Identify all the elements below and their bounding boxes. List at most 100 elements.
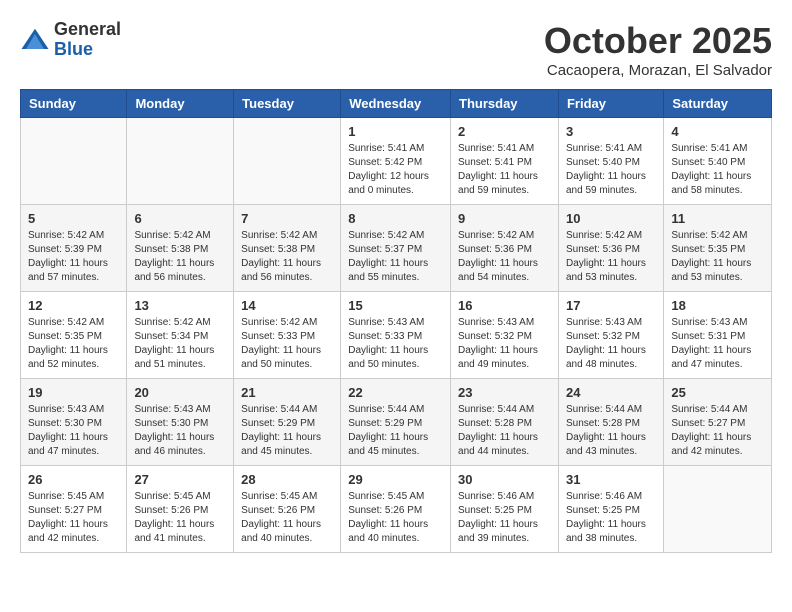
- day-cell: 27Sunrise: 5:45 AM Sunset: 5:26 PM Dayli…: [127, 466, 234, 553]
- day-info: Sunrise: 5:42 AM Sunset: 5:39 PM Dayligh…: [28, 229, 119, 285]
- day-number: 5: [28, 211, 119, 226]
- day-cell: [234, 118, 341, 205]
- day-number: 15: [348, 298, 443, 313]
- logo-blue: Blue: [54, 40, 121, 60]
- day-cell: 1 Sunrise: 5:41 AM Sunset: 5:42 PM Daylig…: [341, 118, 451, 205]
- day-cell: 15 Sunrise: 5:43 AM Sunset: 5:33 PM Dayli…: [341, 292, 451, 379]
- day-number: 4: [671, 124, 764, 139]
- day-cell: 30Sunrise: 5:46 AM Sunset: 5:25 PM Dayli…: [451, 466, 559, 553]
- day-cell: 6Sunrise: 5:42 AM Sunset: 5:38 PM Daylig…: [127, 205, 234, 292]
- weekday-header-sunday: Sunday: [21, 90, 127, 118]
- day-number: 16: [458, 298, 551, 313]
- day-cell: 2 Sunrise: 5:41 AM Sunset: 5:41 PM Daylig…: [451, 118, 559, 205]
- day-number: 21: [241, 385, 333, 400]
- day-cell: 10Sunrise: 5:42 AM Sunset: 5:36 PM Dayli…: [558, 205, 663, 292]
- day-info: Sunrise: 5:44 AM Sunset: 5:28 PM Dayligh…: [566, 403, 656, 459]
- logo: General Blue: [20, 20, 121, 60]
- calendar: SundayMondayTuesdayWednesdayThursdayFrid…: [20, 89, 772, 553]
- day-info: Sunrise: 5:43 AM Sunset: 5:31 PM Dayligh…: [671, 316, 764, 372]
- day-info: Sunrise: 5:42 AM Sunset: 5:33 PM Dayligh…: [241, 316, 333, 372]
- day-cell: 13 Sunrise: 5:42 AM Sunset: 5:34 PM Dayli…: [127, 292, 234, 379]
- day-number: 24: [566, 385, 656, 400]
- day-cell: 26 Sunrise: 5:45 AM Sunset: 5:27 PM Dayli…: [21, 466, 127, 553]
- day-number: 3: [566, 124, 656, 139]
- logo-icon: [20, 25, 50, 55]
- day-number: 17: [566, 298, 656, 313]
- week-row-4: 19 Sunrise: 5:43 AM Sunset: 5:30 PM Dayli…: [21, 379, 772, 466]
- day-cell: 29Sunrise: 5:45 AM Sunset: 5:26 PM Dayli…: [341, 466, 451, 553]
- day-cell: 11 Sunrise: 5:42 AM Sunset: 5:35 PM Dayli…: [664, 205, 772, 292]
- day-number: 26: [28, 472, 119, 487]
- day-cell: [664, 466, 772, 553]
- day-number: 9: [458, 211, 551, 226]
- day-number: 19: [28, 385, 119, 400]
- day-info: Sunrise: 5:41 AM Sunset: 5:42 PM Dayligh…: [348, 142, 443, 198]
- day-info: Sunrise: 5:42 AM Sunset: 5:35 PM Dayligh…: [28, 316, 119, 372]
- day-number: 12: [28, 298, 119, 313]
- day-number: 28: [241, 472, 333, 487]
- day-number: 18: [671, 298, 764, 313]
- day-info: Sunrise: 5:44 AM Sunset: 5:29 PM Dayligh…: [241, 403, 333, 459]
- day-number: 20: [134, 385, 226, 400]
- day-number: 8: [348, 211, 443, 226]
- day-cell: 12 Sunrise: 5:42 AM Sunset: 5:35 PM Dayli…: [21, 292, 127, 379]
- day-cell: 9 Sunrise: 5:42 AM Sunset: 5:36 PM Daylig…: [451, 205, 559, 292]
- weekday-header-tuesday: Tuesday: [234, 90, 341, 118]
- day-cell: 14 Sunrise: 5:42 AM Sunset: 5:33 PM Dayli…: [234, 292, 341, 379]
- day-number: 1: [348, 124, 443, 139]
- day-number: 31: [566, 472, 656, 487]
- day-cell: 21 Sunrise: 5:44 AM Sunset: 5:29 PM Dayli…: [234, 379, 341, 466]
- day-info: Sunrise: 5:42 AM Sunset: 5:34 PM Dayligh…: [134, 316, 226, 372]
- day-cell: [127, 118, 234, 205]
- day-info: Sunrise: 5:43 AM Sunset: 5:30 PM Dayligh…: [28, 403, 119, 459]
- day-info: Sunrise: 5:42 AM Sunset: 5:38 PM Dayligh…: [241, 229, 333, 285]
- day-cell: 5 Sunrise: 5:42 AM Sunset: 5:39 PM Daylig…: [21, 205, 127, 292]
- day-info: Sunrise: 5:46 AM Sunset: 5:25 PM Dayligh…: [566, 490, 656, 546]
- day-cell: 8 Sunrise: 5:42 AM Sunset: 5:37 PM Daylig…: [341, 205, 451, 292]
- day-cell: 18 Sunrise: 5:43 AM Sunset: 5:31 PM Dayli…: [664, 292, 772, 379]
- day-number: 11: [671, 211, 764, 226]
- week-row-5: 26 Sunrise: 5:45 AM Sunset: 5:27 PM Dayli…: [21, 466, 772, 553]
- week-row-3: 12 Sunrise: 5:42 AM Sunset: 5:35 PM Dayli…: [21, 292, 772, 379]
- day-number: 14: [241, 298, 333, 313]
- day-number: 23: [458, 385, 551, 400]
- day-cell: 23Sunrise: 5:44 AM Sunset: 5:28 PM Dayli…: [451, 379, 559, 466]
- day-info: Sunrise: 5:42 AM Sunset: 5:35 PM Dayligh…: [671, 229, 764, 285]
- day-cell: 3Sunrise: 5:41 AM Sunset: 5:40 PM Daylig…: [558, 118, 663, 205]
- weekday-header-wednesday: Wednesday: [341, 90, 451, 118]
- day-number: 29: [348, 472, 443, 487]
- day-info: Sunrise: 5:43 AM Sunset: 5:33 PM Dayligh…: [348, 316, 443, 372]
- day-number: 2: [458, 124, 551, 139]
- day-cell: 4 Sunrise: 5:41 AM Sunset: 5:40 PM Daylig…: [664, 118, 772, 205]
- day-info: Sunrise: 5:42 AM Sunset: 5:37 PM Dayligh…: [348, 229, 443, 285]
- day-cell: 19 Sunrise: 5:43 AM Sunset: 5:30 PM Dayli…: [21, 379, 127, 466]
- day-info: Sunrise: 5:41 AM Sunset: 5:40 PM Dayligh…: [671, 142, 764, 198]
- weekday-header-saturday: Saturday: [664, 90, 772, 118]
- day-info: Sunrise: 5:44 AM Sunset: 5:27 PM Dayligh…: [671, 403, 764, 459]
- day-number: 30: [458, 472, 551, 487]
- logo-general: General: [54, 20, 121, 40]
- day-number: 27: [134, 472, 226, 487]
- day-cell: 17Sunrise: 5:43 AM Sunset: 5:32 PM Dayli…: [558, 292, 663, 379]
- day-info: Sunrise: 5:43 AM Sunset: 5:32 PM Dayligh…: [458, 316, 551, 372]
- weekday-header-row: SundayMondayTuesdayWednesdayThursdayFrid…: [21, 90, 772, 118]
- day-cell: 16 Sunrise: 5:43 AM Sunset: 5:32 PM Dayli…: [451, 292, 559, 379]
- day-info: Sunrise: 5:42 AM Sunset: 5:36 PM Dayligh…: [566, 229, 656, 285]
- day-cell: 22Sunrise: 5:44 AM Sunset: 5:29 PM Dayli…: [341, 379, 451, 466]
- day-number: 22: [348, 385, 443, 400]
- day-cell: 7 Sunrise: 5:42 AM Sunset: 5:38 PM Daylig…: [234, 205, 341, 292]
- day-info: Sunrise: 5:42 AM Sunset: 5:38 PM Dayligh…: [134, 229, 226, 285]
- weekday-header-friday: Friday: [558, 90, 663, 118]
- weekday-header-monday: Monday: [127, 90, 234, 118]
- day-cell: 31 Sunrise: 5:46 AM Sunset: 5:25 PM Dayli…: [558, 466, 663, 553]
- day-number: 13: [134, 298, 226, 313]
- week-row-2: 5 Sunrise: 5:42 AM Sunset: 5:39 PM Daylig…: [21, 205, 772, 292]
- day-info: Sunrise: 5:42 AM Sunset: 5:36 PM Dayligh…: [458, 229, 551, 285]
- week-row-1: 1 Sunrise: 5:41 AM Sunset: 5:42 PM Daylig…: [21, 118, 772, 205]
- month-title: October 2025: [544, 20, 772, 62]
- day-number: 7: [241, 211, 333, 226]
- day-info: Sunrise: 5:45 AM Sunset: 5:27 PM Dayligh…: [28, 490, 119, 546]
- logo-text: General Blue: [54, 20, 121, 60]
- weekday-header-thursday: Thursday: [451, 90, 559, 118]
- day-info: Sunrise: 5:41 AM Sunset: 5:41 PM Dayligh…: [458, 142, 551, 198]
